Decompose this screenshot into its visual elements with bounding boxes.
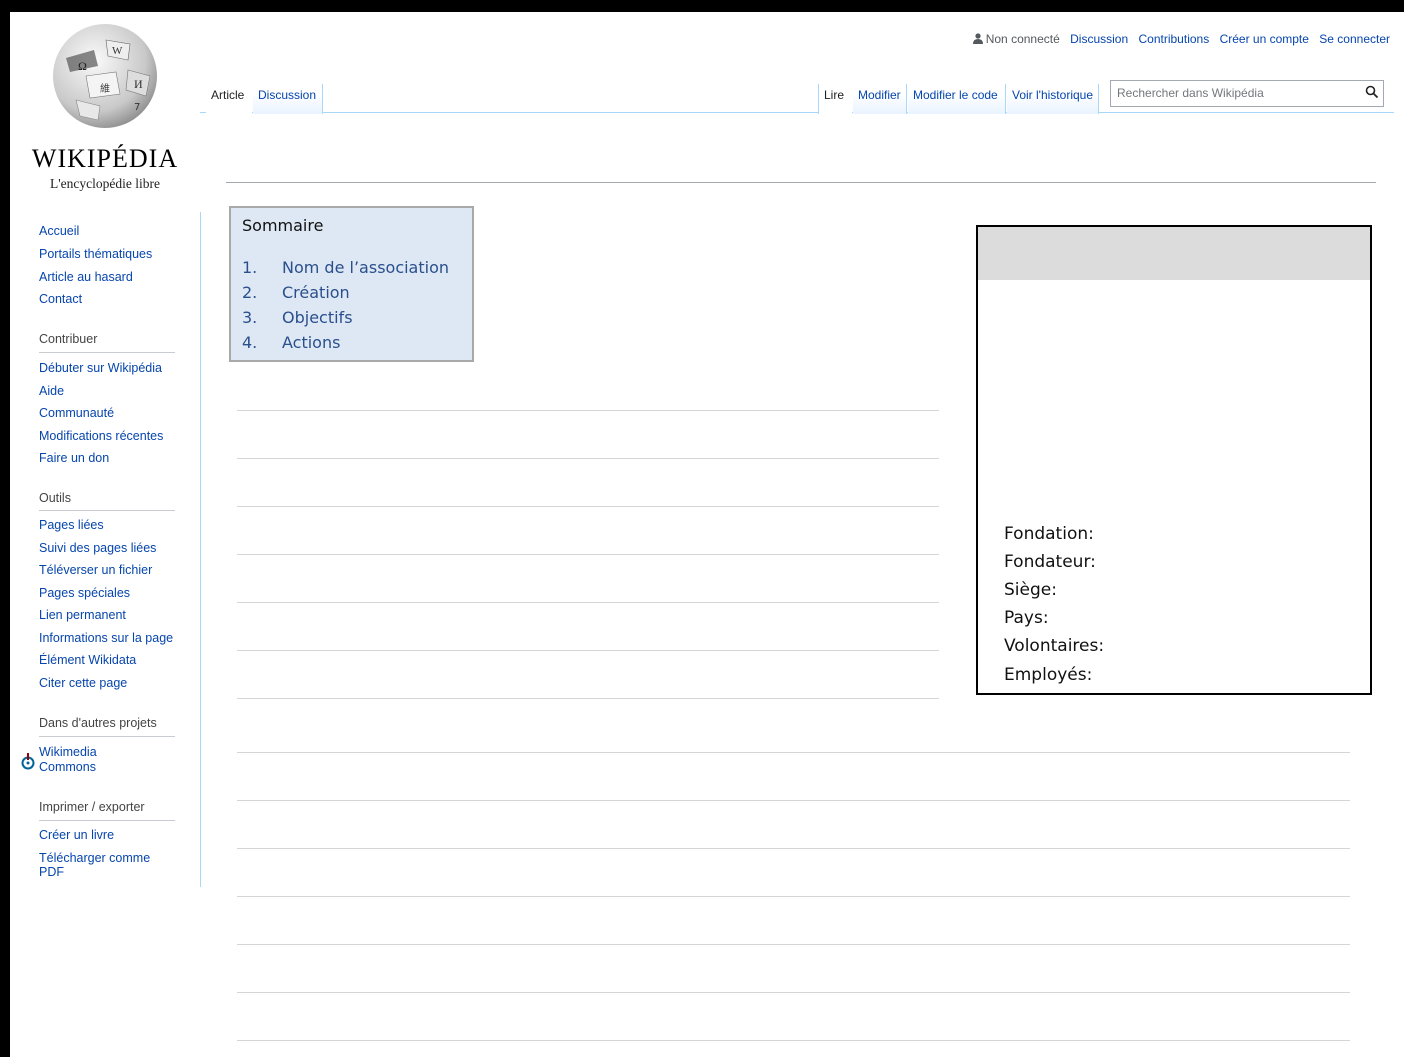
sidebar-item-wikidata[interactable]: Élément Wikidata xyxy=(39,653,136,667)
sidebar-item-hasard[interactable]: Article au hasard xyxy=(39,270,133,284)
sidebar-item-contact[interactable]: Contact xyxy=(39,292,82,306)
sidebar-item-commons[interactable]: Commons xyxy=(39,760,96,774)
blank-line xyxy=(237,458,939,459)
toc-item-nom[interactable]: Nom de l’association xyxy=(282,258,449,277)
sidebar-item-pages-liees[interactable]: Pages liées xyxy=(39,518,104,532)
sidebar-item-informations[interactable]: Informations sur la page xyxy=(39,631,173,645)
infobox-label-pays: Pays: xyxy=(1004,608,1049,628)
blank-line xyxy=(237,992,1350,993)
wikimedia-commons-icon xyxy=(21,753,35,770)
infobox-label-fondateur: Fondateur: xyxy=(1004,552,1096,572)
sidebar-heading-contribuer: Contribuer xyxy=(39,332,98,346)
sidebar-divider xyxy=(39,352,175,353)
title-underline xyxy=(226,182,1376,183)
blank-line xyxy=(237,848,1350,849)
infobox-label-siege: Siège: xyxy=(1004,580,1057,600)
sidebar-item-livre[interactable]: Créer un livre xyxy=(39,828,114,842)
blank-line xyxy=(237,752,1350,753)
sidebar-item-modifications[interactable]: Modifications récentes xyxy=(39,429,163,443)
sidebar-item-communaute[interactable]: Communauté xyxy=(39,406,114,420)
user-status: Non connecté xyxy=(972,32,1060,46)
tab-article[interactable]: Article xyxy=(206,84,252,114)
blank-line xyxy=(237,944,1350,945)
tab-underline xyxy=(200,112,1394,113)
toc-number: 2. xyxy=(242,283,258,302)
toc-number: 4. xyxy=(242,333,258,352)
sidebar-item-telecharger[interactable]: Télécharger comme xyxy=(39,851,150,865)
blank-line xyxy=(237,506,939,507)
toc-number: 3. xyxy=(242,308,258,327)
sidebar-divider xyxy=(39,510,175,511)
create-account-link[interactable]: Créer un compte xyxy=(1220,32,1309,46)
tab-edit[interactable]: Modifier xyxy=(853,84,907,114)
sidebar-item-accueil[interactable]: Accueil xyxy=(39,224,79,238)
sidebar-item-suivi[interactable]: Suivi des pages liées xyxy=(39,541,156,555)
table-of-contents: Sommaire 1. Nom de l’association 2. Créa… xyxy=(229,206,474,362)
sidebar-heading-projets: Dans d'autres projets xyxy=(39,716,157,730)
blank-line xyxy=(237,650,939,651)
sidebar-heading-outils: Outils xyxy=(39,491,71,505)
search-box[interactable]: Rechercher dans Wikipédia xyxy=(1110,80,1384,107)
sidebar-item-lien-permanent[interactable]: Lien permanent xyxy=(39,608,126,622)
toc-title: Sommaire xyxy=(242,216,324,235)
infobox: Fondation: Fondateur: Siège: Pays: Volon… xyxy=(976,225,1372,695)
contributions-link[interactable]: Contributions xyxy=(1139,32,1210,46)
tab-read[interactable]: Lire xyxy=(818,84,852,114)
sidebar-item-portails[interactable]: Portails thématiques xyxy=(39,247,152,261)
infobox-header xyxy=(978,227,1370,280)
sidebar-item-aide[interactable]: Aide xyxy=(39,384,64,398)
sidebar-item-citer[interactable]: Citer cette page xyxy=(39,676,127,690)
toc-item-objectifs[interactable]: Objectifs xyxy=(282,308,353,327)
blank-line xyxy=(237,410,939,411)
blank-line xyxy=(237,1040,1350,1041)
wikipedia-page: W Ω И 維 7 WIKIPÉDIA L'encyclopédie libre… xyxy=(10,12,1404,1057)
sidebar-item-pdf[interactable]: PDF xyxy=(39,865,64,879)
login-link[interactable]: Se connecter xyxy=(1319,32,1390,46)
talk-link[interactable]: Discussion xyxy=(1070,32,1128,46)
svg-text:Ω: Ω xyxy=(78,59,87,73)
sidebar-item-don[interactable]: Faire un don xyxy=(39,451,109,465)
toc-item-creation[interactable]: Création xyxy=(282,283,350,302)
wikipedia-tagline: L'encyclopédie libre xyxy=(49,176,160,191)
sidebar-divider xyxy=(39,736,175,737)
svg-text:И: И xyxy=(134,77,143,91)
toc-number: 1. xyxy=(242,258,258,277)
sidebar-item-televerser[interactable]: Téléverser un fichier xyxy=(39,563,152,577)
svg-text:W: W xyxy=(112,45,123,57)
infobox-label-fondation: Fondation: xyxy=(1004,524,1094,544)
blank-line xyxy=(237,800,1350,801)
blank-line xyxy=(237,602,939,603)
tab-edit-source[interactable]: Modifier le code xyxy=(908,84,1006,114)
svg-text:維: 維 xyxy=(100,82,110,95)
blank-line xyxy=(237,896,1350,897)
tab-history[interactable]: Voir l'historique xyxy=(1007,84,1099,114)
infobox-label-volontaires: Volontaires: xyxy=(1004,636,1105,656)
sidebar-item-pages-speciales[interactable]: Pages spéciales xyxy=(39,586,130,600)
toc-item-actions[interactable]: Actions xyxy=(282,333,340,352)
blank-line xyxy=(237,698,939,699)
wikipedia-globe-icon: W Ω И 維 7 xyxy=(53,24,157,128)
wikipedia-logo[interactable]: W Ω И 維 7 WIKIPÉDIA L'encyclopédie libre xyxy=(10,20,200,200)
user-status-text: Non connecté xyxy=(985,32,1060,46)
search-input[interactable]: Rechercher dans Wikipédia xyxy=(1117,86,1264,100)
wikipedia-wordmark: WIKIPÉDIA xyxy=(31,144,179,173)
svg-text:7: 7 xyxy=(134,102,140,113)
sidebar-item-wikimedia[interactable]: Wikimedia xyxy=(39,745,97,759)
tab-discussion[interactable]: Discussion xyxy=(253,84,323,114)
sidebar-item-debuter[interactable]: Débuter sur Wikipédia xyxy=(39,361,162,375)
user-icon xyxy=(972,33,983,44)
infobox-label-employes: Employés: xyxy=(1004,665,1093,685)
blank-line xyxy=(237,554,939,555)
personal-tools: Non connecté Discussion Contributions Cr… xyxy=(972,32,1390,46)
sidebar-heading-imprimer: Imprimer / exporter xyxy=(39,800,145,814)
search-icon[interactable] xyxy=(1365,85,1379,99)
sidebar-divider xyxy=(39,820,175,821)
